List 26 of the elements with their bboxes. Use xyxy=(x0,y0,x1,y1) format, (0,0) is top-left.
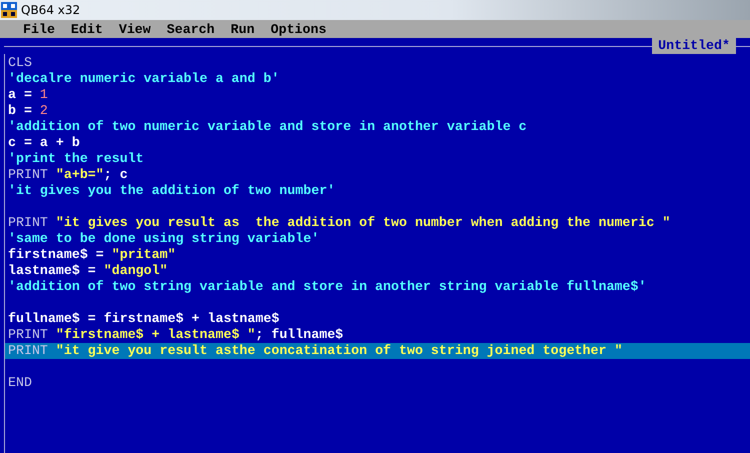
menu-item[interactable]: Run xyxy=(230,22,255,36)
window-title: QB64 x32 xyxy=(21,3,80,17)
code-line: END xyxy=(7,375,33,391)
code-line: 'addition of two string variable and store in another string variable fullname$' xyxy=(7,279,648,295)
code-line: PRINT "a+b="; c xyxy=(7,167,129,183)
code-line: 'decalre numeric variable a and b' xyxy=(7,71,280,87)
code-line: fullname$ = firstname$ + lastname$ xyxy=(7,311,280,327)
code-line: c = a + b xyxy=(7,135,81,151)
file-tab[interactable]: Untitled* xyxy=(652,38,736,54)
menu-item[interactable]: View xyxy=(118,22,151,36)
code-line: a = 1 xyxy=(7,87,49,103)
code-line: PRINT "firstname$ + lastname$ "; fullname$ xyxy=(7,327,344,343)
code-line: 'print the result xyxy=(7,151,145,167)
code-line: 'it gives you the addition of two number' xyxy=(7,183,336,199)
code-line: 'same to be done using string variable' xyxy=(7,231,320,247)
app-logo-icon xyxy=(1,2,17,18)
menu-item[interactable]: Options xyxy=(270,22,326,36)
code-line: CLS xyxy=(7,55,33,71)
code-line: lastname$ = "dangol" xyxy=(7,263,169,279)
menu-item[interactable]: File xyxy=(23,22,55,36)
code-line: 'addition of two numeric variable and store in another variable c xyxy=(7,119,528,135)
code-line: PRINT "it gives you result as the addition of two number when adding the numeric " xyxy=(7,215,672,231)
code-line: firstname$ = "pritam" xyxy=(7,247,177,263)
menu-item[interactable]: Edit xyxy=(70,22,103,36)
code-line: b = 2 xyxy=(7,103,49,119)
menu-item[interactable]: Search xyxy=(166,22,215,36)
